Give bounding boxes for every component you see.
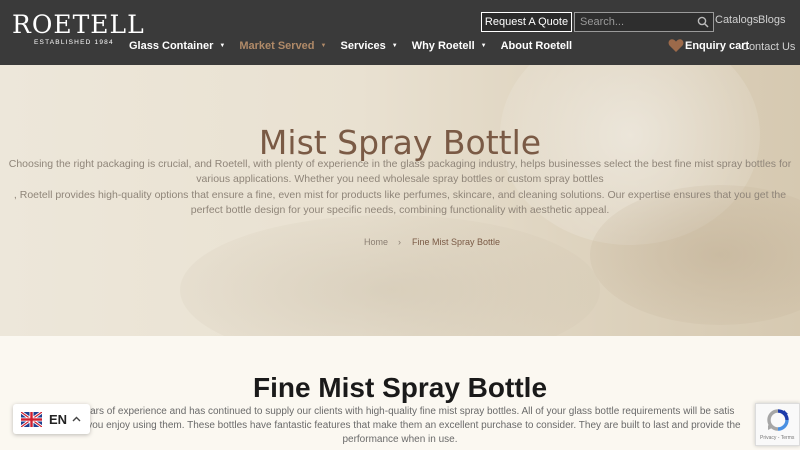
nav-label: Glass Container — [129, 40, 214, 52]
description-line: performance when in use. — [342, 434, 458, 445]
caret-down-icon: ▼ — [219, 43, 226, 49]
nav-glass-container[interactable]: Glass Container ▼ — [129, 40, 225, 52]
language-selector[interactable]: EN — [13, 404, 90, 434]
nav-market-served[interactable]: Market Served ▼ — [239, 40, 326, 52]
nav-label: About Roetell — [500, 40, 573, 52]
section-description: 30 years of experience and has continued… — [0, 405, 800, 447]
main-nav: Glass Container ▼ Market Served ▼ Servic… — [129, 38, 586, 54]
logo-text: ROETELL — [12, 10, 145, 39]
hero-detail-paragraph: , Roetell provides high-quality options … — [13, 189, 787, 216]
hero-intro-paragraph: Choosing the right packaging is crucial,… — [8, 158, 792, 185]
content-section: Fine Mist Spray Bottle 30 years of exper… — [0, 336, 800, 450]
description-line: 30 years of experience and has continued… — [65, 406, 735, 417]
language-code: EN — [49, 411, 68, 427]
nav-label: Market Served — [239, 40, 315, 52]
search-input[interactable] — [575, 13, 693, 31]
nav-why-roetell[interactable]: Why Roetell ▼ — [412, 40, 487, 52]
hero-background-machine — [180, 215, 600, 336]
enquiry-cart-label: Enquiry cart — [685, 39, 750, 52]
breadcrumb-separator: › — [398, 237, 401, 247]
caret-down-icon: ▼ — [320, 43, 327, 49]
nav-services[interactable]: Services ▼ — [340, 40, 397, 52]
nav-about-roetell[interactable]: About Roetell — [501, 40, 573, 52]
breadcrumb-current: Fine Mist Spray Bottle — [412, 237, 501, 247]
uk-flag-icon — [21, 411, 42, 427]
heart-icon — [668, 39, 684, 52]
logo-established: ESTABLISHED 1984 — [34, 39, 114, 46]
blogs-link[interactable]: Blogs — [758, 14, 786, 26]
nav-label: Why Roetell — [411, 40, 475, 52]
recaptcha-badge[interactable]: Privacy - Terms — [755, 403, 800, 446]
catalogs-link[interactable]: Catalogs — [715, 14, 758, 26]
site-header: ROETELL ESTABLISHED 1984 Request A Quote… — [0, 0, 800, 65]
section-title: Fine Mist Spray Bottle — [252, 372, 548, 403]
search-icon[interactable] — [697, 16, 709, 28]
roetell-logo[interactable]: ROETELL ESTABLISHED 1984 — [12, 10, 144, 50]
chevron-up-icon — [72, 416, 81, 422]
caret-down-icon: ▼ — [391, 43, 398, 49]
breadcrumb-home[interactable]: Home — [364, 237, 388, 247]
caret-down-icon: ▼ — [480, 43, 487, 49]
recaptcha-privacy-terms[interactable]: Privacy - Terms — [760, 435, 794, 441]
description-line: g that you enjoy using them. These bottl… — [59, 420, 741, 431]
recaptcha-icon — [767, 409, 789, 431]
search-box — [574, 12, 714, 32]
enquiry-cart-link[interactable]: Enquiry cart — [668, 38, 749, 53]
nav-label: Services — [340, 40, 386, 52]
hero-banner: Mist Spray Bottle Choosing the right pac… — [0, 65, 800, 336]
request-quote-button[interactable]: Request A Quote — [481, 12, 572, 32]
